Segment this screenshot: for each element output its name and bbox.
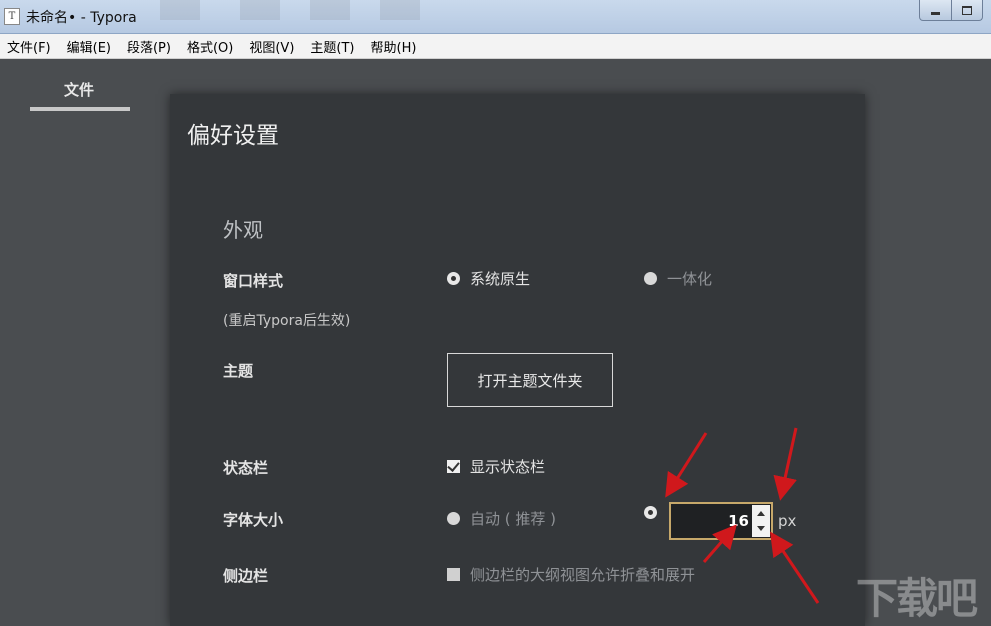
maximize-icon [961,5,972,15]
window-style-native-option[interactable]: 系统原生 [447,268,530,289]
title-bar-blur [380,0,420,20]
font-size-value[interactable]: 16 [728,512,749,530]
sidebar: 文件 大纲 [0,59,207,626]
font-size-label: 字体大小 [223,511,284,529]
checkbox-checked-icon[interactable] [447,460,460,473]
checkbox-unchecked-icon[interactable] [447,568,460,581]
unified-option-label: 一体化 [667,270,713,288]
menu-theme[interactable]: 主题(T) [302,37,362,56]
font-size-auto-option[interactable]: 自动 ( 推荐 ) [447,508,556,529]
window-title-bar: T 未命名• - Typora [0,0,991,34]
radio-unselected-icon[interactable] [644,272,657,285]
radio-selected-icon[interactable] [447,272,460,285]
title-bar-blur [240,0,280,20]
native-option-label: 系统原生 [470,270,531,288]
dialog-title: 偏好设置 [187,123,279,149]
stepper-down-icon[interactable] [757,526,765,531]
title-bar-blur [310,0,350,20]
maximize-button[interactable] [952,0,983,20]
restart-note: (重启Typora后生效) [223,313,351,329]
open-theme-folder-button[interactable]: 打开主题文件夹 [447,353,613,407]
window-controls [919,0,983,21]
menu-view[interactable]: 视图(V) [241,37,302,56]
tab-files[interactable]: 文件 [64,79,94,100]
font-size-unit: px [778,512,797,530]
status-bar-label: 状态栏 [223,459,269,477]
sidebar-outline-collapse-option[interactable]: 侧边栏的大纲视图允许折叠和展开 [447,564,695,585]
stepper-up-icon[interactable] [757,511,765,516]
sidebar-outline-collapse-label: 侧边栏的大纲视图允许折叠和展开 [470,566,696,584]
sidebar-setting-label: 侧边栏 [223,567,269,585]
section-appearance-title: 外观 [223,218,263,242]
theme-label: 主题 [223,362,254,380]
font-size-custom-option[interactable] [644,506,657,519]
preferences-dialog: 偏好设置 外观 窗口样式 系统原生 一体化 (重启Typora后生效) 主题 打… [170,94,865,626]
menu-bar: 文件(F) 编辑(E) 段落(P) 格式(O) 视图(V) 主题(T) 帮助(H… [0,34,991,59]
typora-app-icon: T [4,8,20,25]
window-style-label: 窗口样式 [223,272,284,290]
font-size-stepper[interactable] [752,505,770,537]
radio-selected-icon[interactable] [644,506,657,519]
show-status-bar-label: 显示状态栏 [470,458,546,476]
menu-paragraph[interactable]: 段落(P) [119,37,179,56]
title-bar-blur [160,0,200,20]
menu-help[interactable]: 帮助(H) [363,37,425,56]
radio-unselected-icon[interactable] [447,512,460,525]
window-title: 未命名• - Typora [26,10,137,26]
minimize-icon [930,11,940,15]
minimize-button[interactable] [920,0,952,20]
menu-edit[interactable]: 编辑(E) [59,37,119,56]
font-size-input[interactable]: 16 [669,502,773,540]
watermark-logo: 下载吧 [856,574,978,623]
window-style-unified-option[interactable]: 一体化 [644,268,712,289]
menu-file[interactable]: 文件(F) [0,37,59,56]
active-tab-indicator [30,107,130,111]
menu-format[interactable]: 格式(O) [179,37,241,56]
show-status-bar-option[interactable]: 显示状态栏 [447,456,545,477]
auto-option-label: 自动 ( 推荐 ) [470,510,557,528]
